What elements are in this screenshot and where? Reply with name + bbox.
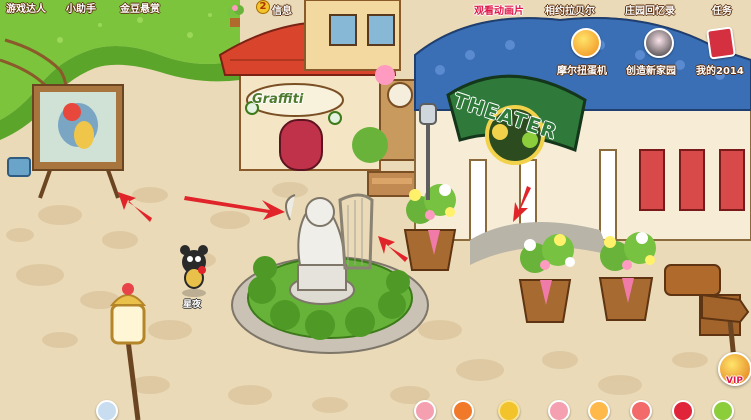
- watch-cartoon-label: 观看动画片: [474, 6, 524, 17]
- messages-button[interactable]: 2 信息: [256, 0, 296, 18]
- vip-button[interactable]: VIP: [718, 352, 751, 386]
- toolbar-heart-icon[interactable]: [414, 400, 436, 420]
- gacha-machine-button[interactable]: 摩尔扭蛋机: [555, 28, 617, 77]
- toolbar-gift-icon[interactable]: [630, 400, 652, 420]
- toolbar-map-icon[interactable]: [712, 400, 734, 420]
- create-home-button[interactable]: 创造新家园: [624, 28, 690, 77]
- toolbar-house-icon[interactable]: [588, 400, 610, 420]
- vip-label: VIP: [726, 376, 743, 386]
- potted-plant-icon: [225, 4, 245, 28]
- create-home-label: 创造新家园: [626, 66, 676, 77]
- messages-label: 信息: [272, 6, 292, 17]
- message-icon: 2: [256, 0, 270, 14]
- player-name-tag: 星夜: [183, 300, 202, 310]
- cat-girl-icon: [644, 28, 674, 58]
- helper-label: 小助手: [66, 4, 96, 15]
- gacha-icon: [571, 28, 601, 58]
- red-book-icon: [706, 26, 736, 60]
- graffiti-sign[interactable]: Graffiti: [252, 92, 303, 107]
- manor-memoir-label: 庄园回忆录: [625, 6, 675, 17]
- tasks-label: 任务: [712, 6, 732, 17]
- game-master-label: 游戏达人: [6, 4, 46, 15]
- game-scene[interactable]: 游戏达人 小助手 金豆悬赏 2 信息 Graffiti THEATER 观看动画…: [0, 0, 751, 420]
- date-labeier-label: 相约拉贝尔: [545, 6, 595, 17]
- toolbar-action-icon[interactable]: [452, 400, 474, 420]
- gacha-machine-label: 摩尔扭蛋机: [557, 66, 607, 77]
- toolbar-mall-icon[interactable]: [672, 400, 694, 420]
- toolbar-chat-icon[interactable]: [96, 400, 118, 420]
- bounty-label: 金豆悬赏: [120, 4, 160, 15]
- toolbar-pet-icon[interactable]: [548, 400, 570, 420]
- toolbar-sun-icon[interactable]: [498, 400, 520, 420]
- my-2014-label: 我的2014: [696, 66, 744, 77]
- my-2014-button[interactable]: 我的2014: [692, 26, 750, 77]
